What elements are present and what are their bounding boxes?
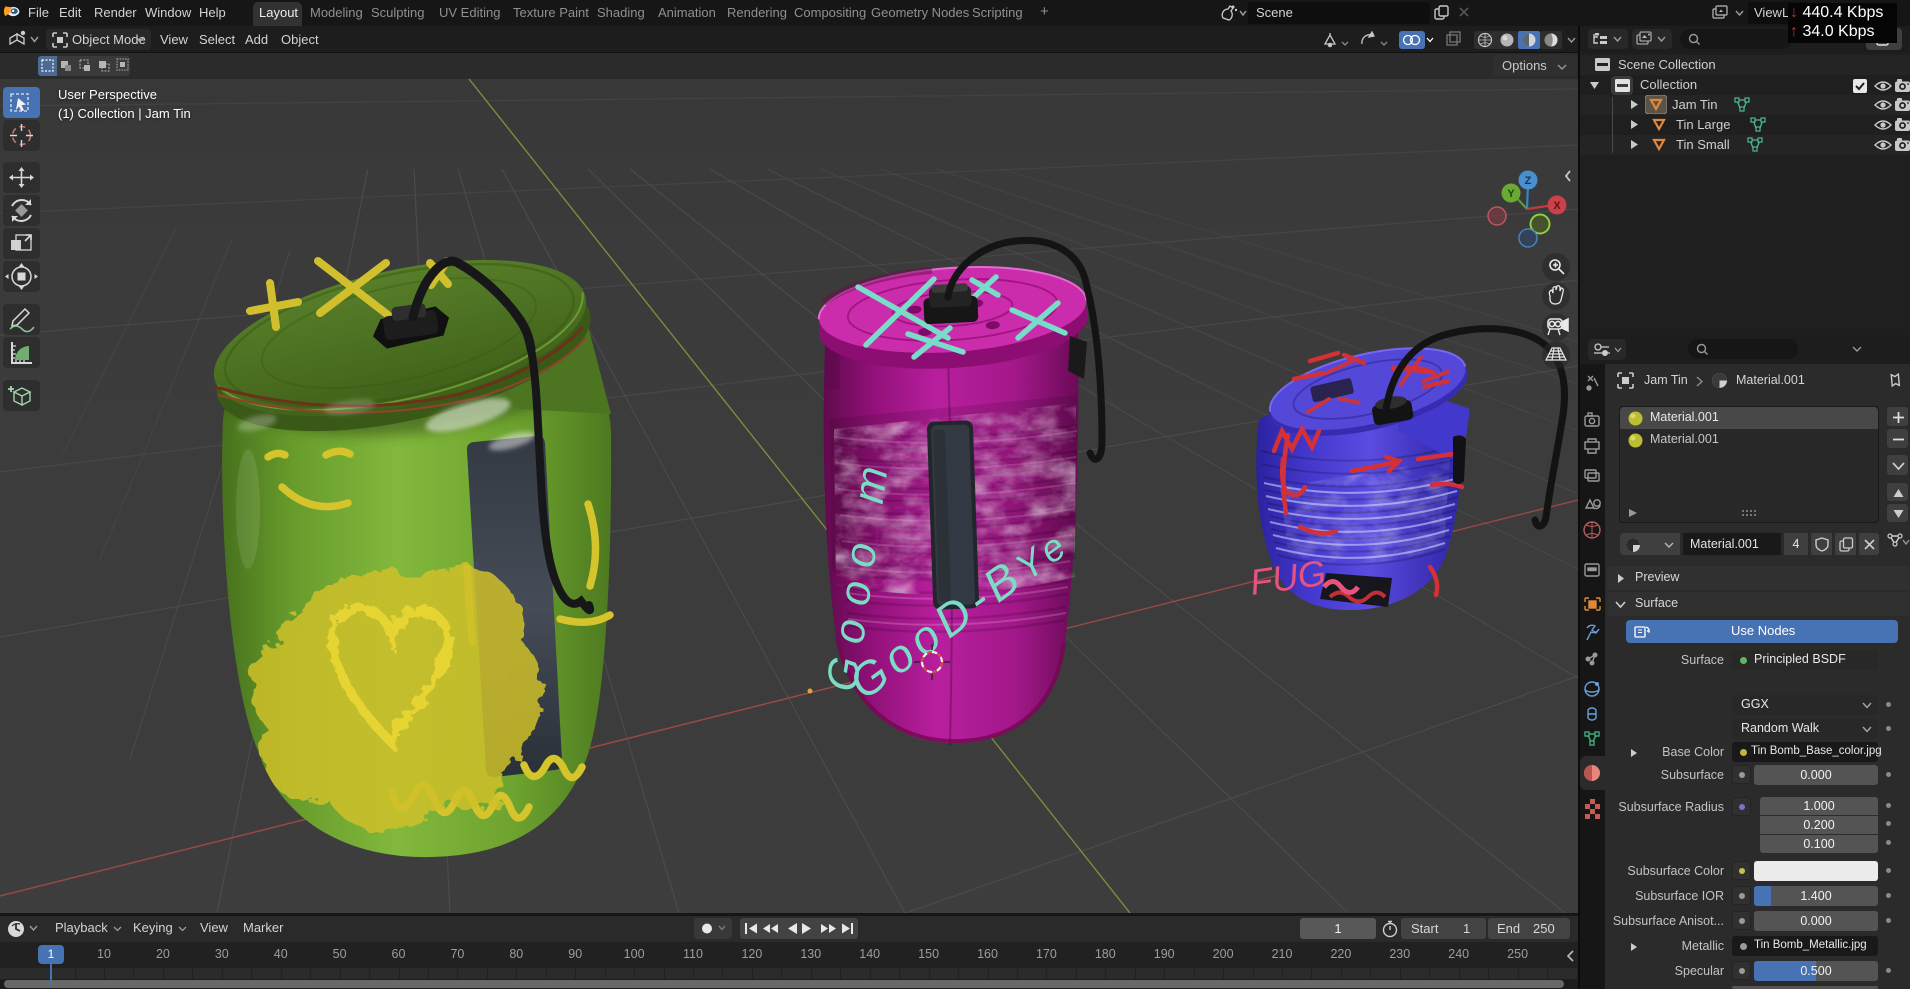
svg-text:X: X xyxy=(1553,200,1561,212)
svg-text:Y: Y xyxy=(1507,188,1515,200)
svg-text:Z: Z xyxy=(1525,175,1532,187)
